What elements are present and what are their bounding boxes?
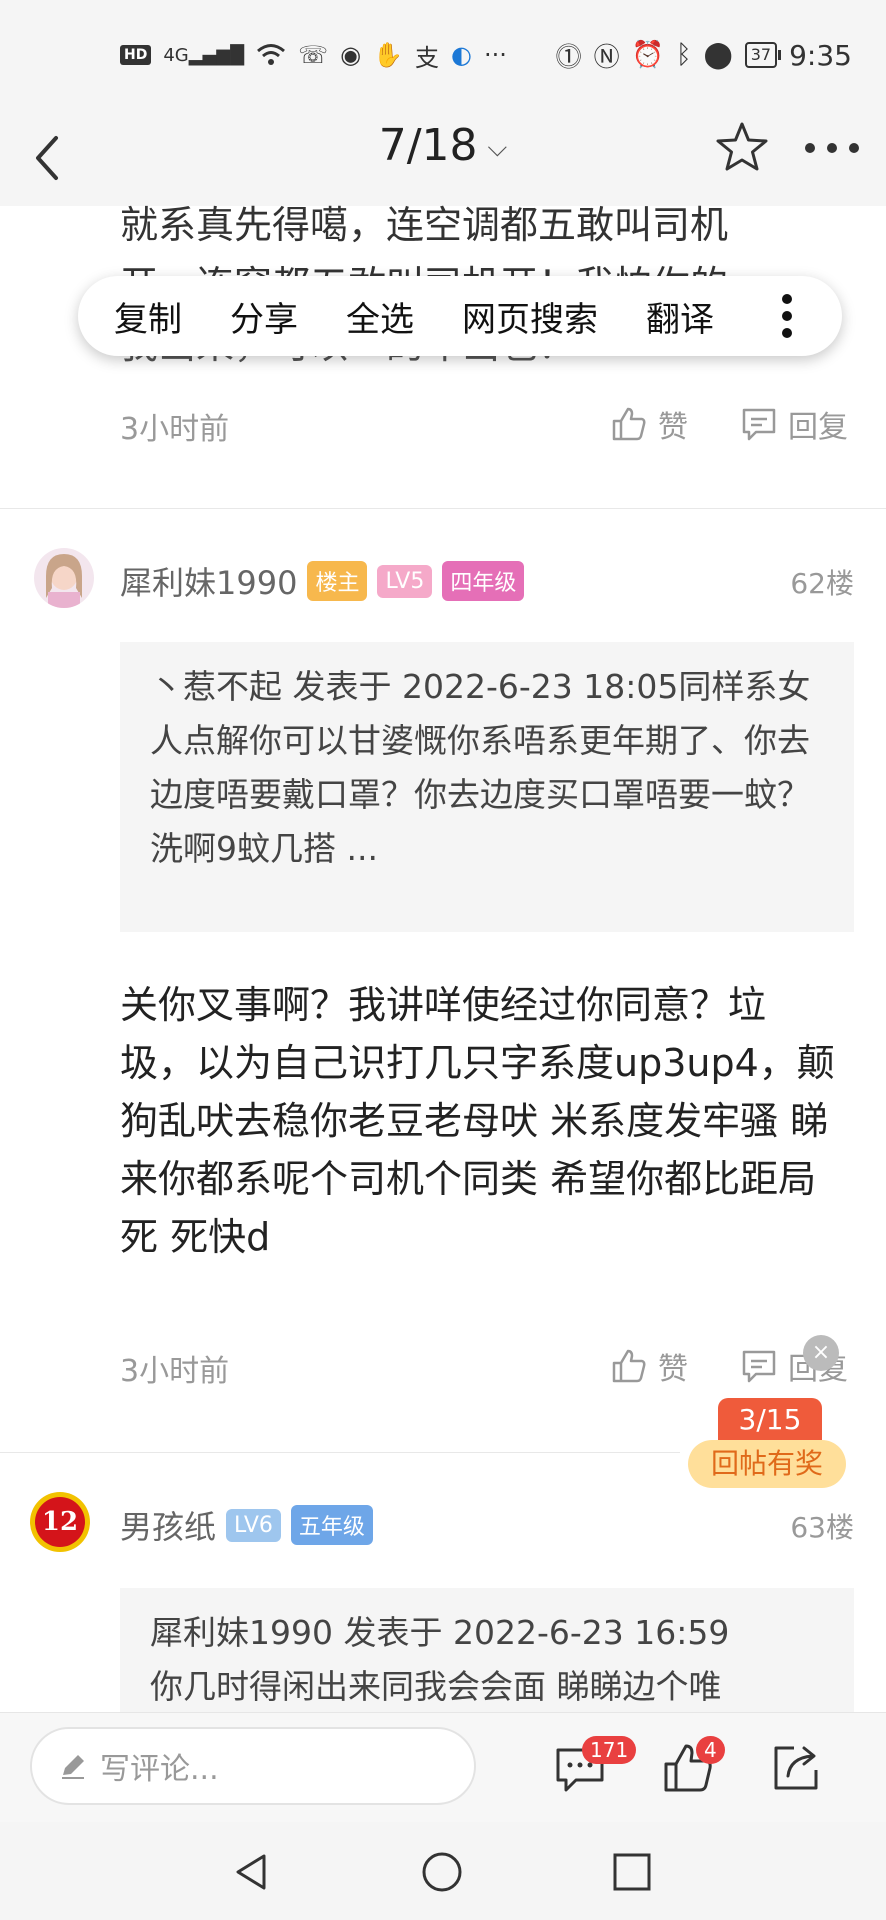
alarm-icon: ⏰ bbox=[631, 40, 665, 70]
hd-icon: HD bbox=[120, 45, 152, 65]
nfc-icon: Ⓝ bbox=[593, 42, 620, 73]
missed-call-icon: ☏ bbox=[298, 41, 329, 69]
username[interactable]: 男孩纸 bbox=[120, 1502, 216, 1548]
divider bbox=[0, 1452, 680, 1453]
more-options-icon[interactable] bbox=[800, 128, 864, 168]
system-navigation-bar bbox=[0, 1822, 886, 1920]
comments-button[interactable]: 171 bbox=[552, 1736, 637, 1800]
status-right-icons: ⓵ Ⓝ ⏰ ᛒ ⬤ 37 9:35 bbox=[555, 38, 852, 73]
comment-icon bbox=[742, 1350, 776, 1383]
status-left-icons: HD 4G▂▄▆█ ☏ ◉ ✋ 支 ◐ ··· bbox=[120, 38, 507, 72]
avatar[interactable]: 12 bbox=[30, 1492, 90, 1552]
comment-placeholder: 写评论... bbox=[100, 1752, 219, 1787]
pencil-icon bbox=[62, 1755, 84, 1779]
reply-label: 回复 bbox=[788, 410, 848, 445]
clock: 9:35 bbox=[789, 38, 852, 72]
favorite-star-icon[interactable] bbox=[712, 118, 772, 178]
text-selection-menu: 复制 分享 全选 网页搜索 翻译 bbox=[78, 276, 842, 356]
nav-home-icon[interactable] bbox=[420, 1850, 464, 1894]
quote-line: 犀利妹1990 发表于 2022-6-23 16:59 bbox=[150, 1613, 730, 1652]
like-label: 赞 bbox=[658, 1352, 688, 1387]
post-body: 关你叉事啊？我讲咩使经过你同意？垃圾，以为自己识打几只字系度up3up4，颠狗乱… bbox=[120, 983, 835, 1259]
wifi-icon bbox=[257, 44, 286, 65]
reply-reward-button[interactable]: 回帖有奖 bbox=[688, 1440, 846, 1488]
location-icon: ⬤ bbox=[703, 40, 733, 70]
like-label: 赞 bbox=[658, 410, 688, 445]
floor-number: 63楼 bbox=[790, 1511, 854, 1544]
status-bar: HD 4G▂▄▆█ ☏ ◉ ✋ 支 ◐ ··· ⓵ Ⓝ ⏰ ᛒ ⬤ 37 9:3… bbox=[0, 0, 886, 110]
app-icon: ◐ bbox=[450, 41, 472, 69]
menu-share[interactable]: 分享 bbox=[230, 292, 298, 341]
menu-copy[interactable]: 复制 bbox=[114, 292, 182, 341]
prev-post-text-line: 就系真先得噶，连空调都五敢叫司机 bbox=[120, 203, 729, 247]
thumbs-up-icon bbox=[612, 1349, 646, 1383]
user-avatar-image bbox=[34, 548, 94, 608]
quoted-post[interactable]: 丶惹不起 发表于 2022-6-23 18:05同样系女人点解你可以甘婆慨你系唔… bbox=[120, 642, 854, 932]
level-badge: LV5 bbox=[377, 564, 433, 598]
nav-back-icon[interactable] bbox=[230, 1850, 274, 1894]
chevron-down-icon: ⌵ bbox=[487, 132, 508, 163]
like-post-button[interactable]: 4 bbox=[660, 1736, 725, 1800]
like-button[interactable]: 赞 bbox=[610, 402, 688, 446]
quoted-post[interactable]: 犀利妹1990 发表于 2022-6-23 16:59 你几时得闲出来同我会会面… bbox=[120, 1588, 854, 1712]
avatar-logo: 12 bbox=[35, 1497, 85, 1547]
share-icon[interactable] bbox=[768, 1740, 824, 1796]
post-time: 3小时前 bbox=[120, 1354, 230, 1389]
avatar[interactable] bbox=[34, 548, 94, 608]
menu-web-search[interactable]: 网页搜索 bbox=[462, 292, 598, 341]
like-button[interactable]: 赞 bbox=[610, 1344, 688, 1388]
comment-count-badge: 171 bbox=[582, 1736, 637, 1764]
menu-more-icon[interactable] bbox=[782, 294, 792, 338]
page-indicator-label: 7/18 bbox=[378, 120, 478, 171]
thumbs-up-icon bbox=[612, 407, 646, 441]
nav-recents-icon[interactable] bbox=[610, 1850, 654, 1894]
close-icon[interactable]: × bbox=[803, 1335, 839, 1371]
grade-badge: 四年级 bbox=[442, 561, 525, 601]
post-author-row: 男孩纸 LV6 五年级 bbox=[120, 1502, 373, 1548]
reward-progress: 3/15 bbox=[718, 1398, 822, 1442]
battery-icon: 37 bbox=[744, 42, 782, 68]
quote-line: 你几时得闲出来同我会会面 睇睇边个唯 bbox=[150, 1667, 722, 1706]
username[interactable]: 犀利妹1990 bbox=[120, 558, 297, 604]
menu-translate[interactable]: 翻译 bbox=[646, 292, 714, 341]
bluetooth-icon: ᛒ bbox=[676, 40, 692, 70]
more-notifications-icon: ··· bbox=[483, 41, 507, 69]
menu-select-all[interactable]: 全选 bbox=[346, 292, 414, 341]
hand-icon: ✋ bbox=[373, 41, 403, 69]
floor-number: 62楼 bbox=[790, 567, 854, 600]
data-saver-icon: ⓵ bbox=[555, 42, 582, 73]
owner-badge: 楼主 bbox=[307, 561, 368, 601]
divider bbox=[0, 508, 886, 509]
reply-button[interactable]: 回复 bbox=[740, 402, 848, 446]
signal-icon: 4G▂▄▆█ bbox=[163, 44, 245, 66]
alipay-icon: 支 bbox=[414, 43, 439, 72]
post-time: 3小时前 bbox=[120, 412, 230, 447]
post-author-row: 犀利妹1990 楼主 LV5 四年级 bbox=[120, 558, 525, 604]
like-count-badge: 4 bbox=[696, 1736, 725, 1764]
grade-badge: 五年级 bbox=[290, 1505, 373, 1545]
comment-input[interactable]: 写评论... bbox=[30, 1727, 476, 1805]
comment-icon bbox=[742, 408, 776, 441]
level-badge: LV6 bbox=[226, 1508, 281, 1542]
wechat-icon: ◉ bbox=[340, 41, 362, 69]
